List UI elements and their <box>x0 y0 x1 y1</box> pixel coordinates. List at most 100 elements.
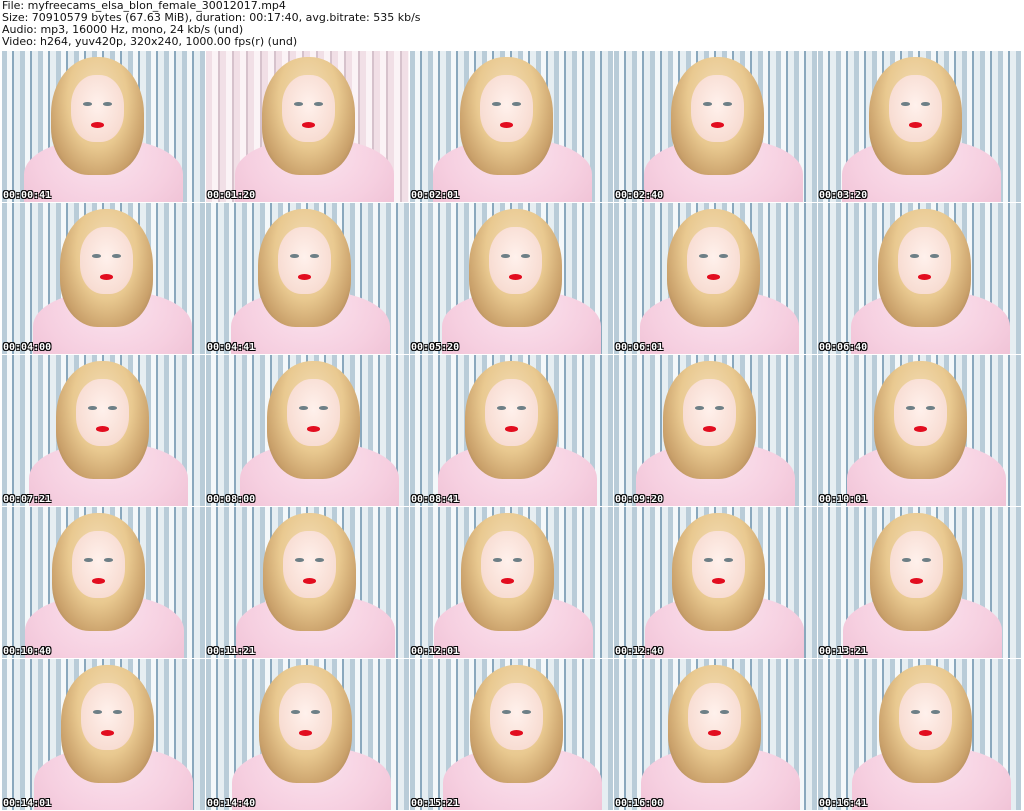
red-lips <box>918 729 933 736</box>
video-thumbnail: 00:00:41 <box>2 51 205 202</box>
left-eye <box>290 709 301 714</box>
timestamp-label: 00:08:00 <box>207 494 256 505</box>
face <box>278 227 331 294</box>
red-lips <box>499 121 514 128</box>
timestamp-label: 00:10:40 <box>3 646 52 657</box>
person-figure <box>819 355 1021 506</box>
person-figure <box>2 507 200 658</box>
video-thumbnail: 00:14:40 <box>206 659 409 810</box>
red-lips <box>500 577 515 584</box>
face <box>72 531 125 598</box>
person-figure <box>614 203 815 354</box>
right-eye <box>103 557 114 562</box>
left-eye <box>703 557 714 562</box>
person-figure <box>614 355 811 506</box>
face <box>687 227 740 294</box>
left-eye <box>294 557 305 562</box>
left-eye <box>901 557 912 562</box>
face <box>889 75 942 142</box>
video-thumbnail: 00:16:41 <box>818 659 1021 810</box>
face <box>899 683 952 750</box>
timestamp-label: 00:06:01 <box>615 342 664 353</box>
person-figure <box>2 355 204 506</box>
timestamp-label: 00:14:40 <box>207 798 256 809</box>
right-eye <box>313 101 324 106</box>
video-thumbnail: 00:05:20 <box>410 203 613 354</box>
face <box>683 379 736 446</box>
red-lips <box>707 729 722 736</box>
video-thumbnail: 00:06:40 <box>818 203 1021 354</box>
person-figure <box>206 203 406 354</box>
right-eye <box>921 557 932 562</box>
red-lips <box>302 577 317 584</box>
file-name-line: File: myfreecams_elsa_blon_female_300120… <box>2 0 286 12</box>
person-figure <box>415 659 613 810</box>
video-thumbnail: 00:07:21 <box>2 355 205 506</box>
video-thumbnail: 00:01:20 <box>206 51 409 202</box>
red-lips <box>100 729 115 736</box>
video-thumbnail: 00:13:21 <box>818 507 1021 658</box>
video-thumbnail: 00:10:40 <box>2 507 205 658</box>
left-eye <box>900 101 911 106</box>
right-eye <box>722 101 733 106</box>
left-eye <box>492 557 503 562</box>
person-figure <box>614 659 816 810</box>
file-info-header: File: myfreecams_elsa_blon_female_300120… <box>2 0 1022 50</box>
video-thumbnail: 00:04:41 <box>206 203 409 354</box>
right-eye <box>310 709 321 714</box>
audio-info-line: Audio: mp3, 16000 Hz, mono, 24 kb/s (und… <box>2 24 244 36</box>
timestamp-label: 00:11:21 <box>207 646 256 657</box>
person-figure <box>617 507 817 658</box>
timestamp-label: 00:13:21 <box>819 646 868 657</box>
left-eye <box>699 709 710 714</box>
person-figure <box>208 507 409 658</box>
red-lips <box>90 121 105 128</box>
face <box>282 75 335 142</box>
red-lips <box>710 121 725 128</box>
right-eye <box>723 557 734 562</box>
left-eye <box>694 405 705 410</box>
face <box>80 227 133 294</box>
red-lips <box>95 425 110 432</box>
video-thumbnail: 00:03:20 <box>818 51 1021 202</box>
video-thumbnail: 00:12:01 <box>410 507 613 658</box>
person-figure <box>5 203 205 354</box>
timestamp-label: 00:04:00 <box>3 342 52 353</box>
red-lips <box>908 121 923 128</box>
person-figure <box>6 659 205 810</box>
person-figure <box>824 659 1021 810</box>
video-thumbnail: 00:10:01 <box>818 355 1021 506</box>
right-eye <box>309 253 320 258</box>
red-lips <box>297 273 312 280</box>
timestamp-label: 00:00:41 <box>3 190 52 201</box>
right-eye <box>925 405 936 410</box>
timestamp-label: 00:12:01 <box>411 646 460 657</box>
face <box>76 379 129 446</box>
left-eye <box>905 405 916 410</box>
right-eye <box>111 253 122 258</box>
face <box>688 683 741 750</box>
red-lips <box>91 577 106 584</box>
right-eye <box>112 709 123 714</box>
person-figure <box>414 203 613 354</box>
person-figure <box>818 51 1017 202</box>
red-lips <box>706 273 721 280</box>
video-thumbnail: 00:02:01 <box>410 51 613 202</box>
video-thumbnail: 00:08:41 <box>410 355 613 506</box>
right-eye <box>102 101 113 106</box>
left-eye <box>698 253 709 258</box>
face <box>490 683 543 750</box>
right-eye <box>714 405 725 410</box>
right-eye <box>521 709 532 714</box>
right-eye <box>511 101 522 106</box>
face <box>485 379 538 446</box>
red-lips <box>913 425 928 432</box>
size-duration-line: Size: 70910579 bytes (67.63 MiB), durati… <box>2 12 421 24</box>
left-eye <box>702 101 713 106</box>
left-eye <box>293 101 304 106</box>
video-thumbnail: 00:14:01 <box>2 659 205 810</box>
left-eye <box>496 405 507 410</box>
timestamp-label: 00:10:01 <box>819 494 868 505</box>
face <box>81 683 134 750</box>
face <box>480 75 533 142</box>
